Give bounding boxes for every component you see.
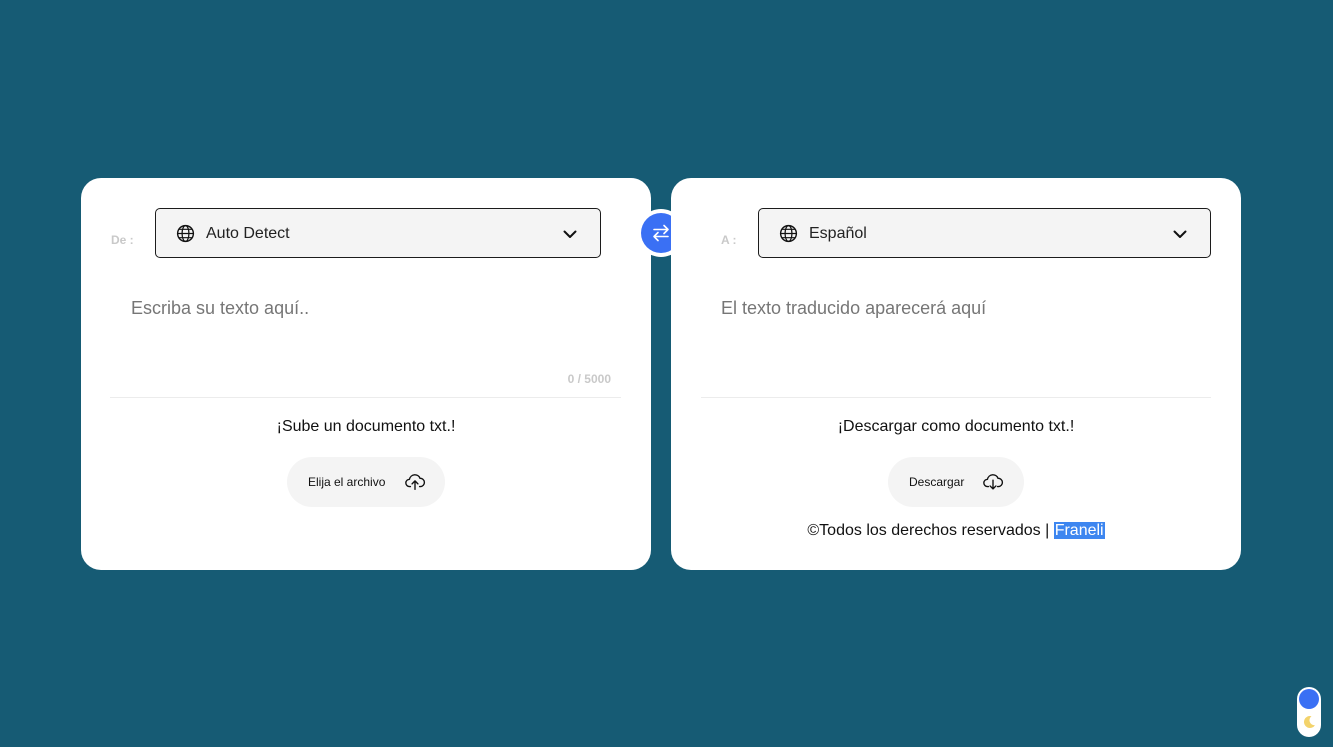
source-language-select[interactable]: Auto Detect [155,208,601,258]
download-button[interactable]: Descargar [888,457,1024,507]
globe-icon [779,224,798,243]
target-language-label: A : [721,233,737,247]
source-panel: De : Auto Detect 0 / 5000 ¡Sube un docum… [81,178,651,570]
character-count: 0 / 5000 [567,372,611,386]
cloud-download-icon [983,474,1004,490]
copyright-text: ©Todos los derechos reservados | [807,522,1054,539]
choose-file-label: Elija el archivo [308,475,386,489]
toggle-knob [1299,689,1319,709]
download-label: Descargar [909,475,965,489]
source-language-label: De : [111,233,134,247]
choose-file-button[interactable]: Elija el archivo [287,457,445,507]
target-language-select[interactable]: Español [758,208,1211,258]
moon-icon [1303,715,1315,728]
author-link[interactable]: Franeli [1053,522,1105,539]
theme-toggle[interactable] [1297,687,1321,737]
download-caption: ¡Descargar como documento txt.! [837,418,1075,435]
source-language-value: Auto Detect [206,225,290,242]
chevron-down-icon [563,230,577,238]
copyright-footer: ©Todos los derechos reservados | Franeli [671,522,1241,540]
divider [701,397,1211,398]
translated-text-output[interactable] [721,298,1201,368]
cloud-upload-icon [405,474,426,491]
globe-icon [176,224,195,243]
target-panel: A : Español ¡Descargar como documento tx… [671,178,1241,570]
target-language-value: Español [809,225,867,242]
divider [110,397,621,398]
chevron-down-icon [1173,230,1187,238]
source-text-input[interactable] [131,298,571,368]
upload-caption: ¡Sube un documento txt.! [276,418,456,435]
swap-arrows-icon [653,224,669,242]
